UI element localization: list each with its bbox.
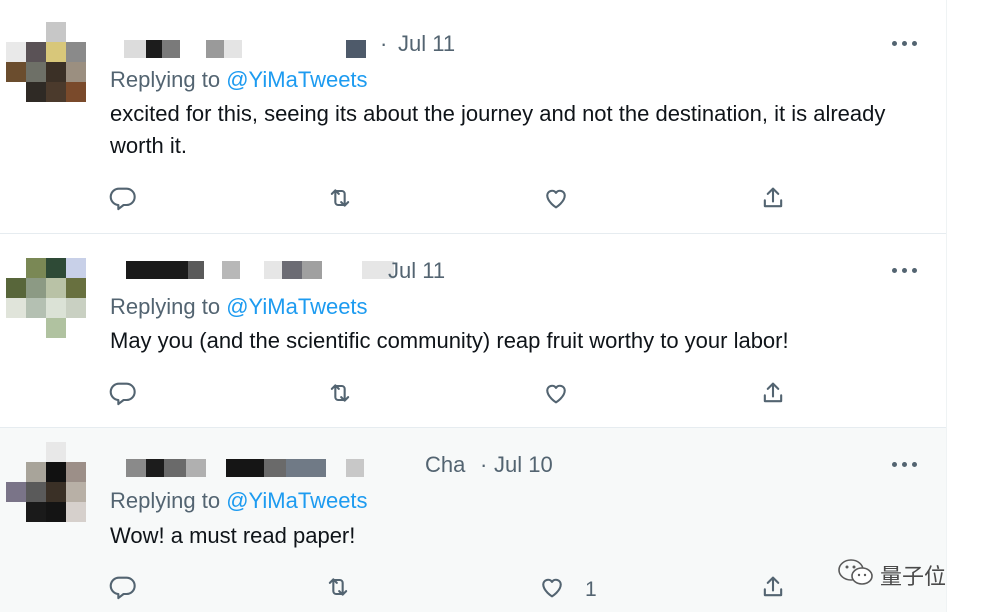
mention-link[interactable]: @YiMaTweets (226, 488, 367, 513)
replying-to: Replying to @YiMaTweets (110, 488, 368, 514)
mention-link[interactable]: @YiMaTweets (226, 294, 367, 319)
more-dots-icon[interactable] (892, 459, 918, 469)
separator: · (480, 452, 488, 477)
tweet-text: Wow! a must read paper! (110, 523, 356, 548)
replying-to: Replying to @YiMaTweets (110, 67, 368, 93)
tweet-date[interactable]: Jul 10 (494, 452, 553, 478)
share-button[interactable] (759, 573, 789, 603)
heart-icon (546, 384, 566, 404)
reply-bubble-icon (109, 187, 136, 211)
like-button[interactable] (542, 184, 572, 214)
like-button[interactable] (538, 573, 568, 603)
handle-fragment[interactable]: Cha (425, 452, 465, 478)
avatar[interactable] (6, 442, 88, 524)
tweet-header: · Jul 11 (110, 31, 870, 58)
replying-prefix: Replying to (110, 488, 221, 513)
wechat-logo-icon (838, 559, 873, 585)
mention-link[interactable]: @YiMaTweets (226, 67, 367, 92)
reply-button[interactable] (109, 573, 139, 603)
tweet-header: Cha · Jul 10 (110, 452, 870, 479)
tweet-header: Jul 11 (110, 258, 870, 285)
retweet-button[interactable] (326, 379, 356, 409)
share-upload-icon (763, 382, 783, 403)
like-count: 1 (585, 578, 597, 601)
avatar[interactable] (6, 258, 88, 340)
retweet-arrows-icon (330, 189, 350, 207)
share-button[interactable] (759, 379, 789, 409)
tweet-date[interactable]: Jul 11 (398, 31, 455, 57)
watermark-text: 量子位 (880, 564, 947, 589)
share-upload-icon (763, 187, 783, 208)
reply-bubble-icon (109, 382, 136, 406)
heart-icon (546, 189, 566, 209)
heart-icon (542, 578, 562, 598)
tweet-text: May you (and the scientific community) r… (110, 328, 789, 353)
tweet-date[interactable]: Jul 11 (388, 258, 445, 284)
reply-button[interactable] (109, 184, 139, 214)
tweet-2[interactable]: Jul 11 Replying to @YiMaTweets May you (… (0, 234, 946, 427)
reply-bubble-icon (109, 576, 136, 600)
tweet-1[interactable]: · Jul 11 Replying to @YiMaTweets excited… (0, 0, 946, 233)
replying-prefix: Replying to (110, 67, 221, 92)
more-dots-icon[interactable] (892, 265, 918, 275)
tweet-text: excited for this, seeing its about the j… (110, 101, 886, 158)
replying-prefix: Replying to (110, 294, 221, 319)
column-border (946, 0, 947, 612)
share-upload-icon (763, 576, 783, 597)
reply-button[interactable] (109, 379, 139, 409)
like-button[interactable] (542, 379, 572, 409)
retweet-button[interactable] (324, 573, 354, 603)
user-name[interactable] (126, 261, 394, 279)
retweet-arrows-icon (328, 578, 348, 596)
tweet-3[interactable]: Cha · Jul 10 Replying to @YiMaTweets Wow… (0, 428, 946, 612)
replying-to: Replying to @YiMaTweets (110, 294, 368, 320)
avatar[interactable] (6, 22, 88, 104)
retweet-button[interactable] (326, 184, 356, 214)
retweet-arrows-icon (330, 384, 350, 402)
user-name[interactable] (124, 40, 384, 58)
share-button[interactable] (759, 184, 789, 214)
watermark: 量子位 (836, 556, 946, 590)
separator: · (380, 31, 388, 56)
user-name[interactable] (126, 459, 426, 477)
more-dots-icon[interactable] (892, 38, 918, 48)
